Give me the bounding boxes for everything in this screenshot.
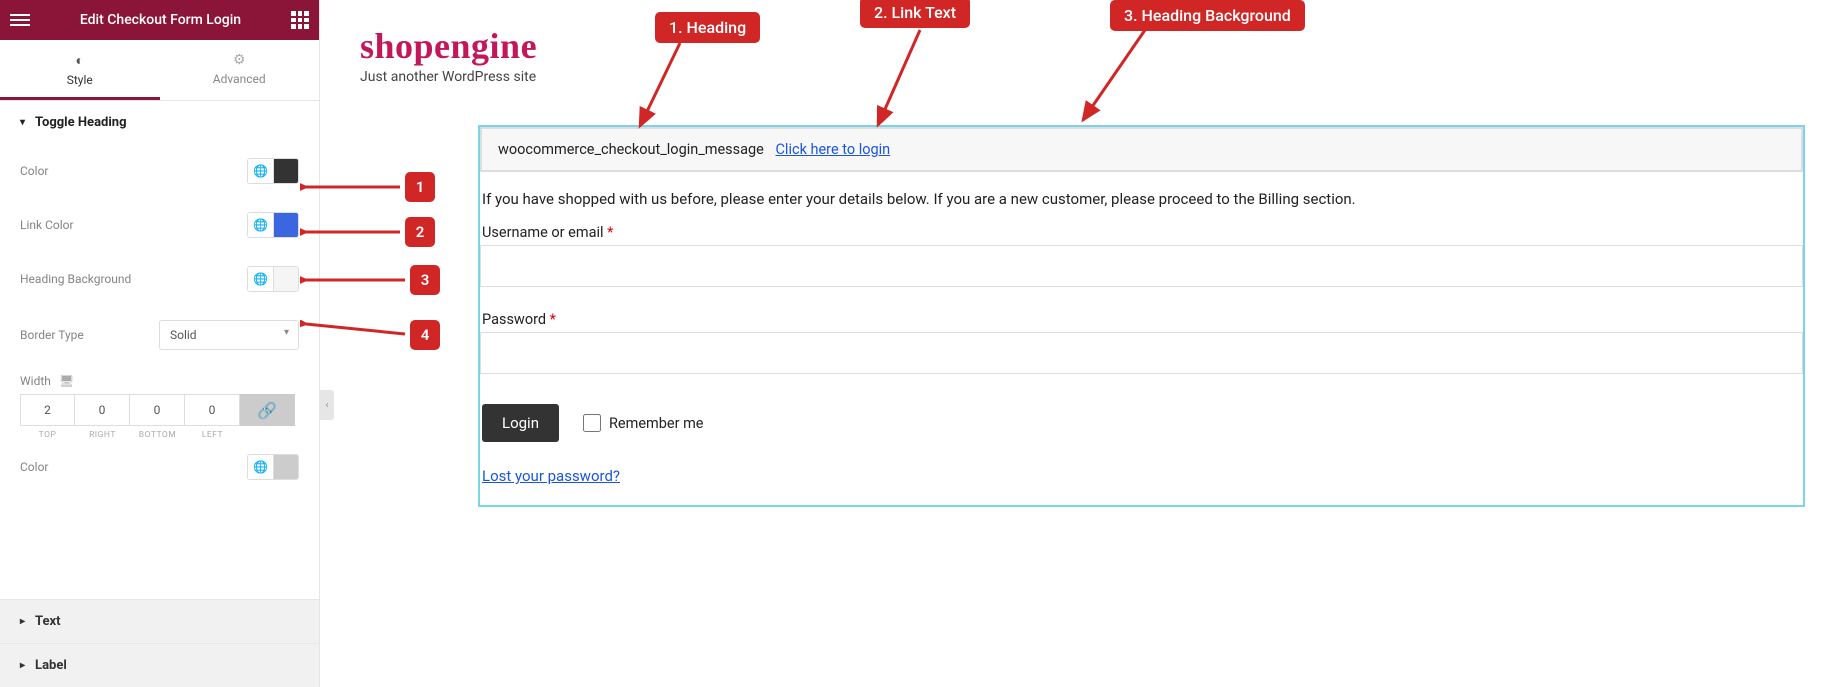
link-values-toggle[interactable]: 🔗 bbox=[240, 394, 295, 426]
control-width-label-row: Width 🖥 bbox=[20, 364, 299, 394]
responsive-icon[interactable]: 🖥 bbox=[59, 374, 74, 388]
apps-icon[interactable] bbox=[291, 11, 309, 29]
control-border-color: Color 🌐 bbox=[20, 440, 299, 494]
section-text[interactable]: ▸ Text bbox=[0, 599, 319, 643]
login-actions: Login Remember me bbox=[480, 398, 1803, 456]
width-left-col: LEFT bbox=[185, 394, 240, 440]
login-button[interactable]: Login bbox=[482, 404, 559, 442]
control-border-color-label: Color bbox=[20, 460, 247, 474]
width-bottom-input[interactable] bbox=[130, 394, 185, 426]
width-right-input[interactable] bbox=[75, 394, 130, 426]
control-heading-bg-label: Heading Background bbox=[20, 272, 247, 286]
required-mark: * bbox=[550, 311, 556, 328]
control-color: Color 🌐 bbox=[20, 144, 299, 198]
menu-icon[interactable] bbox=[10, 14, 30, 26]
annotation-num-1: 1 bbox=[405, 172, 435, 202]
panel-header: Edit Checkout Form Login bbox=[0, 0, 319, 40]
checkout-login-widget: woocommerce_checkout_login_message Click… bbox=[478, 125, 1805, 507]
lost-password-link[interactable]: Lost your password? bbox=[482, 467, 620, 485]
section-label[interactable]: ▸ Label bbox=[0, 643, 319, 687]
control-heading-bg: Heading Background 🌐 bbox=[20, 252, 299, 306]
tab-style-label: Style bbox=[67, 73, 93, 87]
border-type-select[interactable]: Solid bbox=[159, 320, 299, 350]
annotation-arrow bbox=[1075, 25, 1155, 130]
required-mark: * bbox=[607, 224, 613, 241]
annotation-arrow bbox=[300, 225, 405, 239]
border-type-select-wrap: Solid bbox=[159, 320, 299, 350]
annotation-arrow bbox=[630, 38, 690, 138]
panel-tabs: ◐ Style ⚙ Advanced bbox=[0, 40, 319, 101]
password-input[interactable] bbox=[480, 332, 1803, 374]
control-width-label: Width bbox=[20, 374, 51, 388]
link-color-picker: 🌐 bbox=[247, 212, 299, 238]
annotation-arrow bbox=[300, 180, 405, 194]
lost-password-row: Lost your password? bbox=[480, 456, 1803, 489]
width-bottom-col: BOTTOM bbox=[130, 394, 185, 440]
globe-icon[interactable]: 🌐 bbox=[248, 455, 274, 479]
username-label-text: Username or email bbox=[482, 224, 607, 241]
controls-group: Color 🌐 Link Color 🌐 Heading Background … bbox=[0, 144, 319, 494]
section-text-label: Text bbox=[35, 614, 61, 629]
link-color-swatch[interactable] bbox=[274, 213, 298, 237]
annotation-arrow bbox=[300, 320, 410, 340]
control-link-color: Link Color 🌐 bbox=[20, 198, 299, 252]
heading-bg-picker: 🌐 bbox=[247, 266, 299, 292]
chevron-down-icon: ▾ bbox=[20, 117, 25, 128]
width-top-lbl: TOP bbox=[39, 430, 57, 440]
width-left-input[interactable] bbox=[185, 394, 240, 426]
width-top-col: TOP bbox=[20, 394, 75, 440]
remember-checkbox[interactable] bbox=[583, 414, 601, 432]
width-right-col: RIGHT bbox=[75, 394, 130, 440]
annotation-num-2: 2 bbox=[405, 217, 435, 247]
section-toggle-heading[interactable]: ▾ Toggle Heading bbox=[0, 101, 319, 144]
annotation-arrow bbox=[870, 25, 930, 135]
tab-advanced-label: Advanced bbox=[213, 72, 266, 86]
heading-bg-swatch[interactable] bbox=[274, 267, 298, 291]
chevron-right-icon: ▸ bbox=[20, 660, 25, 671]
username-label: Username or email * bbox=[480, 224, 1803, 245]
annotation-arrow bbox=[300, 273, 410, 287]
username-input[interactable] bbox=[480, 245, 1803, 287]
editor-panel: Edit Checkout Form Login ◐ Style ⚙ Advan… bbox=[0, 0, 320, 687]
width-bottom-lbl: BOTTOM bbox=[139, 430, 176, 440]
password-label: Password * bbox=[480, 311, 1803, 332]
login-intro: If you have shopped with us before, plea… bbox=[480, 182, 1803, 224]
globe-icon[interactable]: 🌐 bbox=[248, 267, 274, 291]
control-color-label: Color bbox=[20, 164, 247, 178]
border-color-picker: 🌐 bbox=[247, 454, 299, 480]
annotation-linktext-badge: 2. Link Text bbox=[860, 0, 970, 28]
panel-title: Edit Checkout Form Login bbox=[30, 12, 291, 28]
control-link-color-label: Link Color bbox=[20, 218, 247, 232]
section-label-label: Label bbox=[35, 658, 67, 673]
annotation-num-4: 4 bbox=[410, 320, 440, 350]
width-top-input[interactable] bbox=[20, 394, 75, 426]
tab-style[interactable]: ◐ Style bbox=[0, 40, 160, 100]
color-picker: 🌐 bbox=[247, 158, 299, 184]
login-toggle-message: woocommerce_checkout_login_message bbox=[498, 141, 764, 158]
login-toggle-link[interactable]: Click here to login bbox=[775, 141, 890, 158]
width-right-lbl: RIGHT bbox=[89, 430, 116, 440]
half-circle-icon: ◐ bbox=[0, 52, 160, 69]
border-color-swatch[interactable] bbox=[274, 455, 298, 479]
control-border-type: Border Type Solid bbox=[20, 306, 299, 364]
preview-area: shopengine Just another WordPress site w… bbox=[320, 0, 1845, 687]
chevron-right-icon: ▸ bbox=[20, 616, 25, 627]
globe-icon[interactable]: 🌐 bbox=[248, 213, 274, 237]
section-label: Toggle Heading bbox=[35, 115, 126, 130]
remember-label: Remember me bbox=[609, 415, 704, 432]
color-swatch[interactable] bbox=[274, 159, 298, 183]
gear-icon: ⚙ bbox=[160, 52, 320, 68]
login-form: If you have shopped with us before, plea… bbox=[480, 172, 1803, 505]
tab-advanced[interactable]: ⚙ Advanced bbox=[160, 40, 320, 100]
width-inputs: TOP RIGHT BOTTOM LEFT 🔗 bbox=[20, 394, 299, 440]
globe-icon[interactable]: 🌐 bbox=[248, 159, 274, 183]
link-icon: 🔗 bbox=[257, 401, 277, 420]
width-left-lbl: LEFT bbox=[202, 430, 223, 440]
remember-me[interactable]: Remember me bbox=[583, 414, 704, 432]
password-label-text: Password bbox=[482, 311, 550, 328]
control-border-type-label: Border Type bbox=[20, 328, 159, 342]
annotation-num-3: 3 bbox=[410, 265, 440, 295]
